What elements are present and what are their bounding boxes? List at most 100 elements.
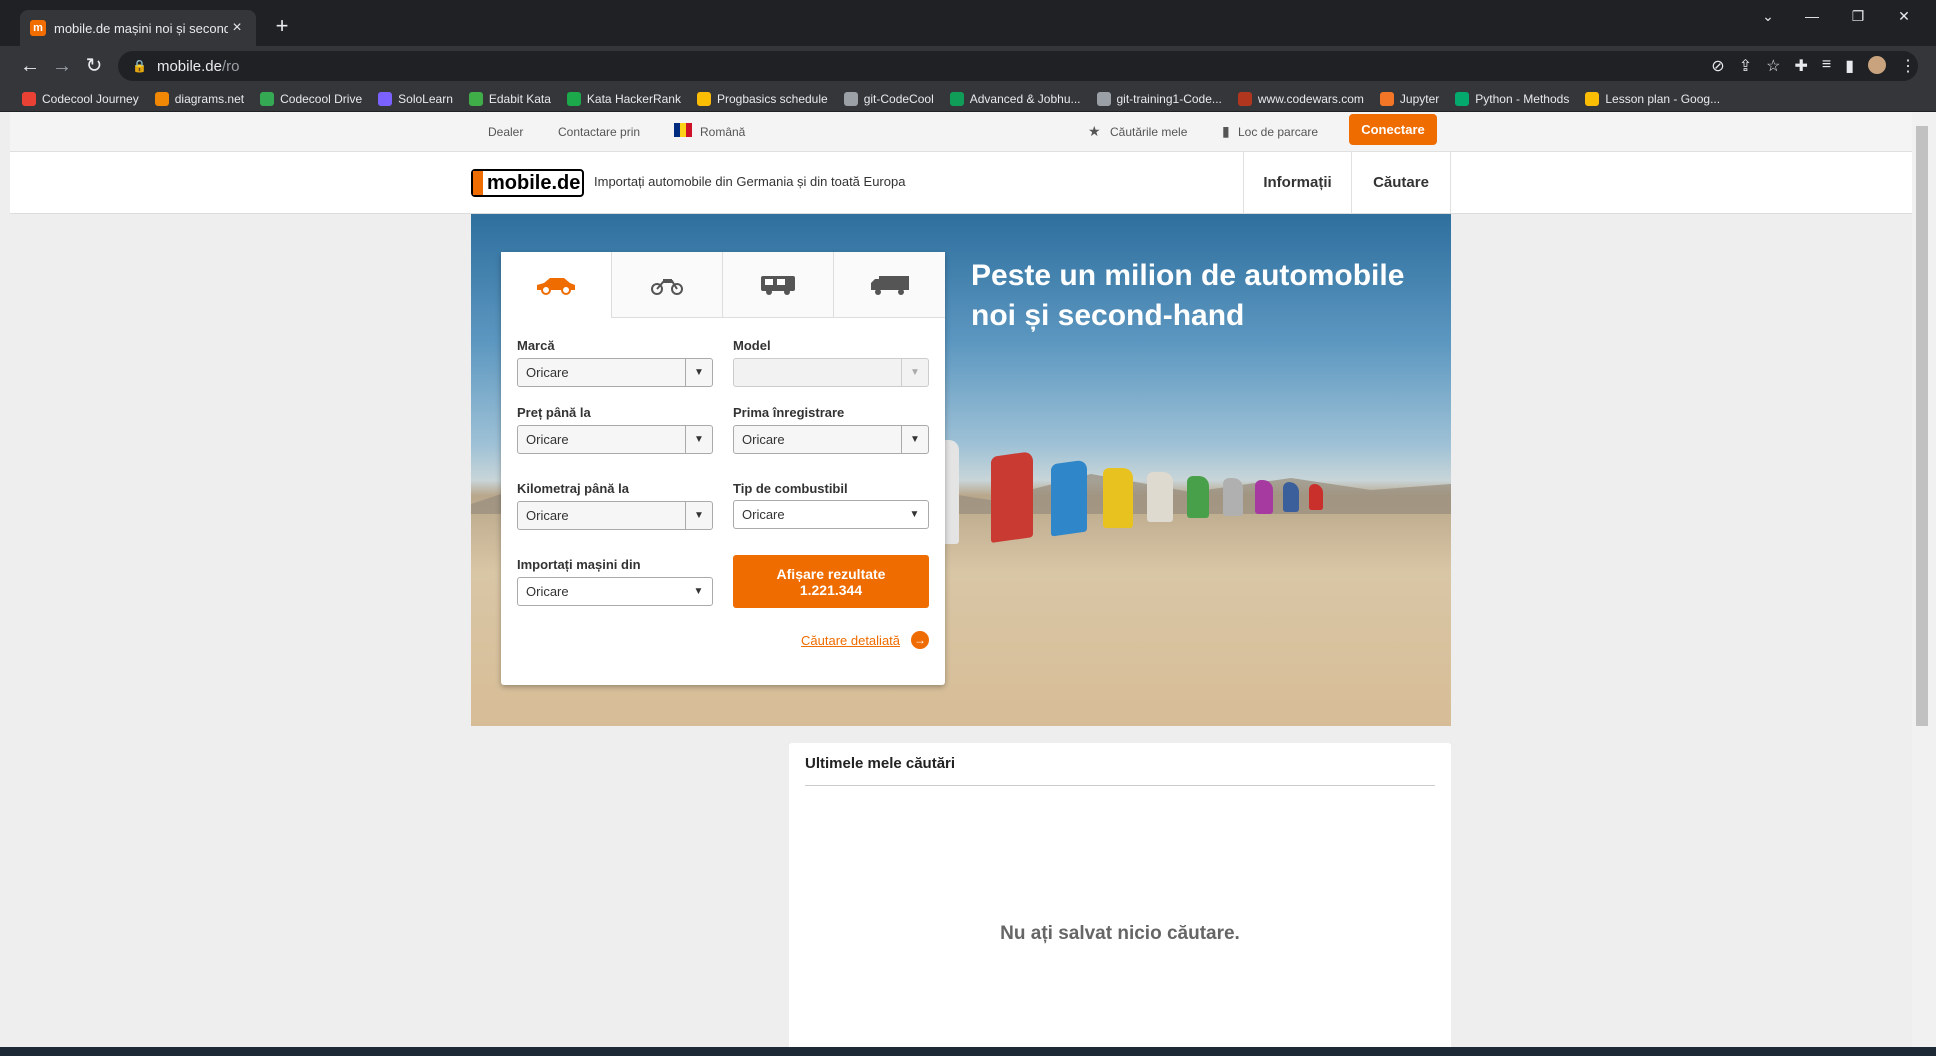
price-select[interactable]: Oricare ▼ — [517, 425, 713, 454]
blue-door-shape — [1051, 459, 1087, 537]
bookmark-item[interactable]: Codecool Drive — [260, 91, 363, 106]
bookmark-item[interactable]: git-CodeCool — [843, 91, 934, 106]
address-bar[interactable]: 🔒 mobile.de/ro — [118, 51, 1918, 81]
bookmark-favicon-icon — [22, 91, 36, 106]
language-selector[interactable]: Română — [700, 125, 745, 139]
site-header: mobile.de Importați automobile din Germa… — [10, 152, 1912, 214]
make-value: Oricare — [526, 365, 569, 380]
bookmark-item[interactable]: Advanced & Jobhu... — [949, 91, 1081, 106]
bookmark-favicon-icon — [1096, 91, 1111, 106]
new-tab-icon[interactable]: + — [268, 12, 296, 40]
eye-off-icon[interactable]: ⊘ — [1711, 56, 1724, 76]
forward-icon[interactable]: → — [48, 54, 76, 78]
bookmark-item[interactable]: Edabit Kata — [468, 91, 551, 106]
tab-truck[interactable] — [834, 252, 945, 318]
model-select[interactable]: ▼ — [733, 358, 929, 387]
share-icon[interactable]: ⇪ — [1739, 56, 1752, 76]
import-label: Importați mașini din — [517, 557, 641, 572]
chevron-down-icon: ▼ — [901, 426, 928, 453]
contact-link[interactable]: Contactare prin — [558, 125, 640, 139]
recent-searches-panel: Ultimele mele căutări Nu ați salvat nici… — [789, 743, 1451, 1047]
bookmark-item[interactable]: Jupyter — [1379, 91, 1440, 106]
mobile-de-favicon-icon: m — [30, 20, 46, 36]
fuel-select[interactable]: Oricare ▼ — [733, 500, 929, 529]
bookmark-item[interactable]: Python - Methods — [1455, 91, 1569, 106]
bookmark-favicon-icon — [260, 91, 275, 106]
price-label: Preț până la — [517, 405, 591, 420]
login-button[interactable]: Conectare — [1349, 114, 1437, 145]
bookmark-label: Jupyter — [1399, 91, 1440, 106]
bookmark-item[interactable]: Kata HackerRank — [566, 91, 681, 106]
browser-tab[interactable]: m mobile.de mașini noi și second-h × — [20, 10, 256, 46]
bookmark-label: Advanced & Jobhu... — [969, 91, 1081, 106]
small-red-door-shape — [1309, 484, 1323, 510]
show-results-label: Afișare rezultate — [776, 565, 886, 582]
side-panel-icon[interactable]: ▮ — [1845, 56, 1854, 76]
import-select[interactable]: Oricare ▼ — [517, 577, 713, 606]
tab-motorbike[interactable] — [612, 252, 723, 318]
show-results-button[interactable]: Afișare rezultate 1.221.344 — [733, 555, 929, 608]
bookmark-label: Edabit Kata — [488, 91, 551, 106]
bookmark-item[interactable]: www.codewars.com — [1237, 91, 1364, 106]
browser-toolbar: ← → ↻ 🔒 mobile.de/ro ⊘ ⇪ ☆ ✚ ≡ ▮ ⋮ — [0, 46, 1936, 86]
bookmark-star-icon[interactable]: ☆ — [1766, 56, 1780, 76]
mobile-de-logo[interactable]: mobile.de — [471, 169, 584, 197]
extensions-icon[interactable]: ✚ — [1794, 56, 1807, 76]
bookmark-item[interactable]: SoloLearn — [378, 91, 453, 106]
make-select[interactable]: Oricare ▼ — [517, 358, 713, 387]
tab-car[interactable] — [501, 252, 612, 318]
reading-list-icon[interactable]: ≡ — [1822, 56, 1831, 76]
car-icon — [537, 278, 575, 295]
bookmark-favicon-icon — [1237, 91, 1252, 106]
arrow-right-circle-icon[interactable]: → — [911, 631, 929, 649]
bookmark-favicon-icon — [566, 91, 581, 106]
back-icon[interactable]: ← — [16, 54, 44, 78]
tab-search-icon[interactable]: ⌄ — [1748, 8, 1788, 25]
nav-search[interactable]: Căutare — [1351, 152, 1451, 213]
menu-kebab-icon[interactable]: ⋮ — [1900, 56, 1916, 76]
top-utility-bar: Dealer Contactare prin Română ★ Căutăril… — [10, 112, 1912, 152]
bookmark-label: git-training1-Code... — [1116, 91, 1222, 106]
star-icon: ★ — [1088, 123, 1101, 139]
navy-door-shape — [1283, 482, 1299, 512]
tab-title: mobile.de mașini noi și second-h — [54, 20, 228, 36]
bookmark-item[interactable]: Codecool Journey — [22, 91, 139, 106]
detailed-search-link[interactable]: Căutare detaliată — [801, 633, 900, 648]
bookmark-item[interactable]: git-training1-Code... — [1096, 91, 1222, 106]
chevron-down-icon: ▼ — [693, 586, 704, 597]
lock-icon: 🔒 — [132, 59, 147, 73]
minimize-icon[interactable]: — — [1792, 8, 1832, 24]
registration-value: Oricare — [742, 432, 785, 447]
bookmark-label: SoloLearn — [398, 91, 453, 106]
bookmark-favicon-icon — [154, 91, 169, 106]
close-window-icon[interactable]: ✕ — [1884, 8, 1924, 25]
registration-select[interactable]: Oricare ▼ — [733, 425, 929, 454]
fuel-label: Tip de combustibil — [733, 481, 848, 496]
bookmark-favicon-icon — [468, 91, 483, 106]
saved-searches-link[interactable]: Căutările mele — [1110, 125, 1187, 139]
bookmark-item[interactable]: Progbasics schedule — [696, 91, 828, 106]
page-scrollbar[interactable] — [1912, 112, 1936, 1047]
tagline: Importați automobile din Germania și din… — [594, 174, 906, 189]
bookmark-favicon-icon — [696, 91, 711, 106]
model-label: Model — [733, 338, 771, 353]
reload-icon[interactable]: ↻ — [80, 54, 108, 78]
scrollbar-thumb[interactable] — [1916, 126, 1928, 726]
profile-avatar-icon[interactable] — [1868, 56, 1886, 74]
bookmark-label: Progbasics schedule — [716, 91, 828, 106]
bookmark-icon: ▮ — [1222, 123, 1230, 139]
parking-link[interactable]: Loc de parcare — [1238, 125, 1318, 139]
restore-icon[interactable]: ❐ — [1838, 8, 1878, 25]
romania-flag-icon — [674, 123, 692, 140]
nav-info[interactable]: Informații — [1243, 152, 1351, 213]
bookmark-item[interactable]: diagrams.net — [154, 91, 244, 106]
tab-camper[interactable] — [723, 252, 834, 318]
registration-label: Prima înregistrare — [733, 405, 845, 420]
chevron-down-icon: ▼ — [901, 359, 928, 386]
close-tab-icon[interactable]: × — [228, 19, 246, 37]
bookmark-label: Codecool Drive — [280, 91, 363, 106]
dealer-link[interactable]: Dealer — [488, 125, 523, 139]
mileage-select[interactable]: Oricare ▼ — [517, 501, 713, 530]
bookmark-item[interactable]: Lesson plan - Goog... — [1585, 91, 1720, 106]
bookmark-label: Kata HackerRank — [586, 91, 681, 106]
